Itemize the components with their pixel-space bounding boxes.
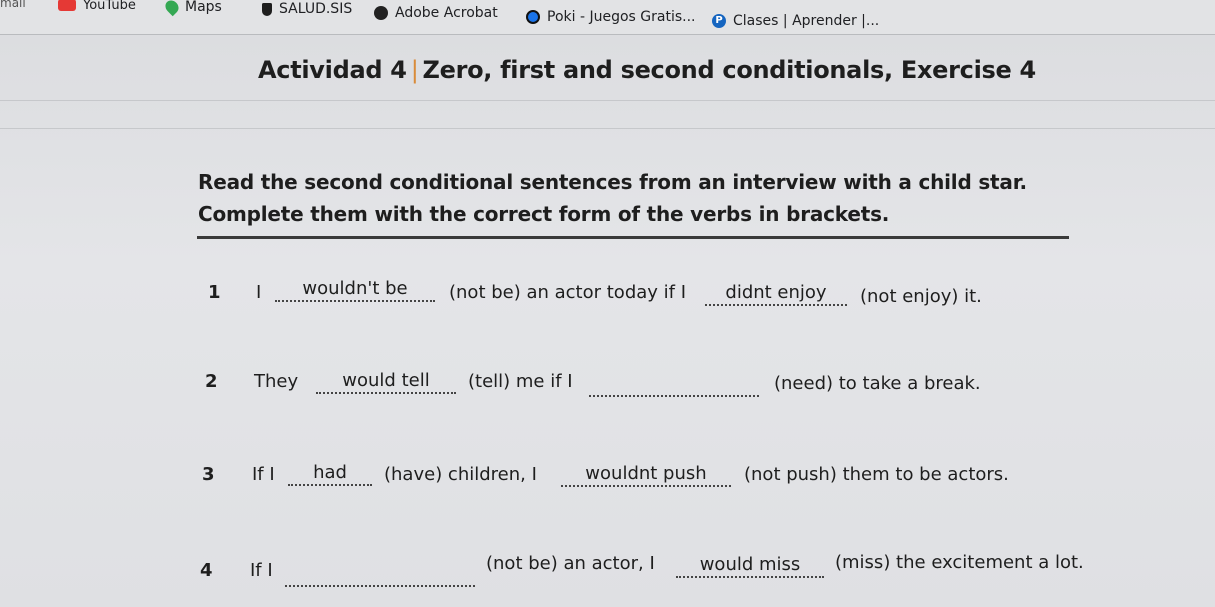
item-text: (need) to take a break. xyxy=(774,373,981,394)
maps-pin-icon xyxy=(162,0,182,17)
item-number: 2 xyxy=(205,371,218,392)
poki-icon xyxy=(526,10,540,24)
youtube-icon xyxy=(58,0,76,11)
bookmark-label: SALUD.SIS xyxy=(279,1,353,17)
answer-blank[interactable]: would tell xyxy=(316,370,456,394)
answer-blank[interactable]: wouldn't be xyxy=(275,278,435,302)
bookmark-poki[interactable]: Poki - Juegos Gratis... xyxy=(526,6,695,28)
bookmark-clases[interactable]: P Clases | Aprender |... xyxy=(712,10,879,32)
item-text: (not be) an actor, I xyxy=(486,553,655,574)
answer-blank[interactable]: would miss xyxy=(676,554,824,578)
instruction-underline xyxy=(197,236,1069,239)
item-text: (not be) an actor today if I xyxy=(449,282,687,303)
title-separator: | xyxy=(410,56,419,84)
bookmark-label: YouTube xyxy=(83,0,136,13)
item-text: They xyxy=(254,371,299,392)
item-text: (not push) them to be actors. xyxy=(744,464,1009,485)
item-text: (not enjoy) it. xyxy=(860,286,982,307)
answer-blank[interactable] xyxy=(285,563,475,587)
item-text: (tell) me if I xyxy=(468,371,573,392)
shield-icon xyxy=(262,2,272,16)
item-text: If I xyxy=(250,560,273,581)
bookmark-youtube[interactable]: YouTube xyxy=(58,0,136,16)
answer-blank[interactable] xyxy=(589,373,759,397)
divider xyxy=(0,128,1215,129)
worksheet-title: Actividad 4 | Zero, first and second condi… xyxy=(258,56,1036,84)
answer-blank[interactable]: didnt enjoy xyxy=(705,282,847,306)
item-text: (have) children, I xyxy=(384,464,537,485)
item-number: 4 xyxy=(200,560,213,581)
bookmark-salud-sis[interactable]: SALUD.SIS xyxy=(262,0,352,20)
bookmark-label: Clases | Aprender |... xyxy=(733,13,880,29)
item-number: 3 xyxy=(202,464,215,485)
answer-blank[interactable]: wouldnt push xyxy=(561,463,731,487)
bookmark-mail[interactable]: mail xyxy=(0,0,26,14)
divider xyxy=(0,100,1215,101)
item-text: If I xyxy=(252,464,275,485)
instruction-line-1: Read the second conditional sentences fr… xyxy=(198,170,1027,194)
answer-blank[interactable]: had xyxy=(288,462,372,486)
title-prefix: Actividad 4 xyxy=(258,56,407,84)
item-number: 1 xyxy=(208,282,221,303)
acrobat-icon xyxy=(374,6,388,20)
title-main: Zero, first and second conditionals, Exe… xyxy=(422,56,1036,84)
bookmarks-bar: mail YouTube Maps SALUD.SIS Adobe Acroba… xyxy=(0,0,1215,35)
bookmark-adobe-acrobat[interactable]: Adobe Acrobat xyxy=(374,2,498,24)
instruction-line-2: Complete them with the correct form of t… xyxy=(198,202,890,226)
worksheet-page xyxy=(0,35,1215,607)
bookmark-maps[interactable]: Maps xyxy=(162,0,222,18)
item-text: (miss) the excitement a lot. xyxy=(835,552,1084,573)
item-text: I xyxy=(256,282,262,303)
bookmark-label: Adobe Acrobat xyxy=(395,5,498,21)
bookmark-label: mail xyxy=(0,0,26,10)
p-circle-icon: P xyxy=(712,14,726,28)
bookmark-label: Poki - Juegos Gratis... xyxy=(547,9,696,25)
bookmark-label: Maps xyxy=(185,0,222,15)
